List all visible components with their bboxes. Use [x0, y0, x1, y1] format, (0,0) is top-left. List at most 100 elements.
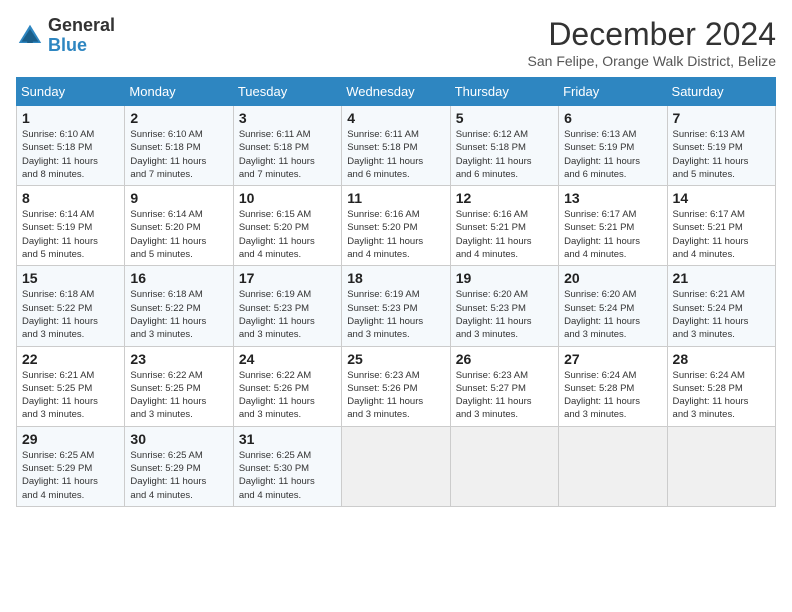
- table-cell: 14 Sunrise: 6:17 AM Sunset: 5:21 PM Dayli…: [667, 186, 775, 266]
- col-sunday: Sunday: [17, 78, 125, 106]
- day-info: Sunrise: 6:22 AM Sunset: 5:25 PM Dayligh…: [130, 369, 227, 422]
- table-cell: 17Sunrise: 6:19 AM Sunset: 5:23 PM Dayli…: [233, 266, 341, 346]
- calendar-row: 15 Sunrise: 6:18 AM Sunset: 5:22 PM Dayli…: [17, 266, 776, 346]
- table-cell: 29Sunrise: 6:25 AM Sunset: 5:29 PM Dayli…: [17, 426, 125, 506]
- logo: General Blue: [16, 16, 115, 56]
- col-saturday: Saturday: [667, 78, 775, 106]
- table-cell: 9 Sunrise: 6:14 AM Sunset: 5:20 PM Daylig…: [125, 186, 233, 266]
- table-cell: 7 Sunrise: 6:13 AM Sunset: 5:19 PM Daylig…: [667, 106, 775, 186]
- calendar-row: 1 Sunrise: 6:10 AM Sunset: 5:18 PM Daylig…: [17, 106, 776, 186]
- day-info: Sunrise: 6:23 AM Sunset: 5:27 PM Dayligh…: [456, 369, 553, 422]
- day-info: Sunrise: 6:11 AM Sunset: 5:18 PM Dayligh…: [239, 128, 336, 181]
- table-cell: [450, 426, 558, 506]
- day-number: 24: [239, 351, 336, 367]
- day-info: Sunrise: 6:25 AM Sunset: 5:29 PM Dayligh…: [22, 449, 119, 502]
- col-thursday: Thursday: [450, 78, 558, 106]
- table-cell: 18 Sunrise: 6:19 AM Sunset: 5:23 PM Dayli…: [342, 266, 450, 346]
- calendar-table: Sunday Monday Tuesday Wednesday Thursday…: [16, 77, 776, 507]
- table-cell: [559, 426, 667, 506]
- day-info: Sunrise: 6:24 AM Sunset: 5:28 PM Dayligh…: [564, 369, 661, 422]
- day-info: Sunrise: 6:21 AM Sunset: 5:25 PM Dayligh…: [22, 369, 119, 422]
- day-number: 28: [673, 351, 770, 367]
- table-cell: 12 Sunrise: 6:16 AM Sunset: 5:21 PM Dayli…: [450, 186, 558, 266]
- day-info: Sunrise: 6:25 AM Sunset: 5:29 PM Dayligh…: [130, 449, 227, 502]
- day-number: 11: [347, 190, 444, 206]
- calendar-row: 29Sunrise: 6:25 AM Sunset: 5:29 PM Dayli…: [17, 426, 776, 506]
- day-number: 14: [673, 190, 770, 206]
- day-number: 21: [673, 270, 770, 286]
- col-friday: Friday: [559, 78, 667, 106]
- table-cell: 19 Sunrise: 6:20 AM Sunset: 5:23 PM Dayli…: [450, 266, 558, 346]
- table-cell: 4Sunrise: 6:11 AM Sunset: 5:18 PM Daylig…: [342, 106, 450, 186]
- day-number: 20: [564, 270, 661, 286]
- day-info: Sunrise: 6:17 AM Sunset: 5:21 PM Dayligh…: [673, 208, 770, 261]
- table-cell: 2Sunrise: 6:10 AM Sunset: 5:18 PM Daylig…: [125, 106, 233, 186]
- day-info: Sunrise: 6:19 AM Sunset: 5:23 PM Dayligh…: [347, 288, 444, 341]
- day-number: 26: [456, 351, 553, 367]
- day-info: Sunrise: 6:22 AM Sunset: 5:26 PM Dayligh…: [239, 369, 336, 422]
- day-info: Sunrise: 6:24 AM Sunset: 5:28 PM Dayligh…: [673, 369, 770, 422]
- day-number: 23: [130, 351, 227, 367]
- day-info: Sunrise: 6:19 AM Sunset: 5:23 PM Dayligh…: [239, 288, 336, 341]
- day-number: 19: [456, 270, 553, 286]
- location-subtitle: San Felipe, Orange Walk District, Belize: [528, 53, 776, 69]
- table-cell: 28 Sunrise: 6:24 AM Sunset: 5:28 PM Dayli…: [667, 346, 775, 426]
- table-cell: 27 Sunrise: 6:24 AM Sunset: 5:28 PM Dayli…: [559, 346, 667, 426]
- day-info: Sunrise: 6:13 AM Sunset: 5:19 PM Dayligh…: [564, 128, 661, 181]
- table-cell: [342, 426, 450, 506]
- day-number: 7: [673, 110, 770, 126]
- table-cell: 16 Sunrise: 6:18 AM Sunset: 5:22 PM Dayli…: [125, 266, 233, 346]
- day-number: 13: [564, 190, 661, 206]
- day-info: Sunrise: 6:16 AM Sunset: 5:21 PM Dayligh…: [456, 208, 553, 261]
- month-title: December 2024: [528, 16, 776, 53]
- day-number: 18: [347, 270, 444, 286]
- day-info: Sunrise: 6:23 AM Sunset: 5:26 PM Dayligh…: [347, 369, 444, 422]
- day-number: 1: [22, 110, 119, 126]
- calendar-header-row: Sunday Monday Tuesday Wednesday Thursday…: [17, 78, 776, 106]
- day-number: 8: [22, 190, 119, 206]
- day-number: 3: [239, 110, 336, 126]
- table-cell: 6 Sunrise: 6:13 AM Sunset: 5:19 PM Daylig…: [559, 106, 667, 186]
- day-info: Sunrise: 6:18 AM Sunset: 5:22 PM Dayligh…: [130, 288, 227, 341]
- table-cell: 10 Sunrise: 6:15 AM Sunset: 5:20 PM Dayli…: [233, 186, 341, 266]
- col-tuesday: Tuesday: [233, 78, 341, 106]
- day-number: 31: [239, 431, 336, 447]
- calendar-row: 22 Sunrise: 6:21 AM Sunset: 5:25 PM Dayli…: [17, 346, 776, 426]
- day-number: 10: [239, 190, 336, 206]
- day-number: 6: [564, 110, 661, 126]
- day-number: 12: [456, 190, 553, 206]
- day-info: Sunrise: 6:12 AM Sunset: 5:18 PM Dayligh…: [456, 128, 553, 181]
- logo-icon: [16, 22, 44, 50]
- day-info: Sunrise: 6:17 AM Sunset: 5:21 PM Dayligh…: [564, 208, 661, 261]
- day-number: 22: [22, 351, 119, 367]
- day-info: Sunrise: 6:13 AM Sunset: 5:19 PM Dayligh…: [673, 128, 770, 181]
- day-info: Sunrise: 6:18 AM Sunset: 5:22 PM Dayligh…: [22, 288, 119, 341]
- table-cell: 31 Sunrise: 6:25 AM Sunset: 5:30 PM Dayli…: [233, 426, 341, 506]
- table-cell: 24 Sunrise: 6:22 AM Sunset: 5:26 PM Dayli…: [233, 346, 341, 426]
- day-number: 16: [130, 270, 227, 286]
- day-info: Sunrise: 6:16 AM Sunset: 5:20 PM Dayligh…: [347, 208, 444, 261]
- table-cell: 20Sunrise: 6:20 AM Sunset: 5:24 PM Dayli…: [559, 266, 667, 346]
- day-number: 27: [564, 351, 661, 367]
- day-number: 2: [130, 110, 227, 126]
- day-number: 5: [456, 110, 553, 126]
- day-info: Sunrise: 6:14 AM Sunset: 5:20 PM Dayligh…: [130, 208, 227, 261]
- day-number: 15: [22, 270, 119, 286]
- table-cell: 11 Sunrise: 6:16 AM Sunset: 5:20 PM Dayli…: [342, 186, 450, 266]
- logo-line1: General: [48, 16, 115, 36]
- table-cell: 5 Sunrise: 6:12 AM Sunset: 5:18 PM Daylig…: [450, 106, 558, 186]
- day-number: 4: [347, 110, 444, 126]
- day-info: Sunrise: 6:15 AM Sunset: 5:20 PM Dayligh…: [239, 208, 336, 261]
- table-cell: 3 Sunrise: 6:11 AM Sunset: 5:18 PM Daylig…: [233, 106, 341, 186]
- table-cell: 22 Sunrise: 6:21 AM Sunset: 5:25 PM Dayli…: [17, 346, 125, 426]
- day-number: 9: [130, 190, 227, 206]
- col-monday: Monday: [125, 78, 233, 106]
- day-info: Sunrise: 6:25 AM Sunset: 5:30 PM Dayligh…: [239, 449, 336, 502]
- table-cell: 26 Sunrise: 6:23 AM Sunset: 5:27 PM Dayli…: [450, 346, 558, 426]
- day-info: Sunrise: 6:10 AM Sunset: 5:18 PM Dayligh…: [22, 128, 119, 181]
- table-cell: 15 Sunrise: 6:18 AM Sunset: 5:22 PM Dayli…: [17, 266, 125, 346]
- day-info: Sunrise: 6:20 AM Sunset: 5:23 PM Dayligh…: [456, 288, 553, 341]
- day-number: 25: [347, 351, 444, 367]
- page-header: General Blue December 2024 San Felipe, O…: [16, 16, 776, 69]
- table-cell: 25 Sunrise: 6:23 AM Sunset: 5:26 PM Dayli…: [342, 346, 450, 426]
